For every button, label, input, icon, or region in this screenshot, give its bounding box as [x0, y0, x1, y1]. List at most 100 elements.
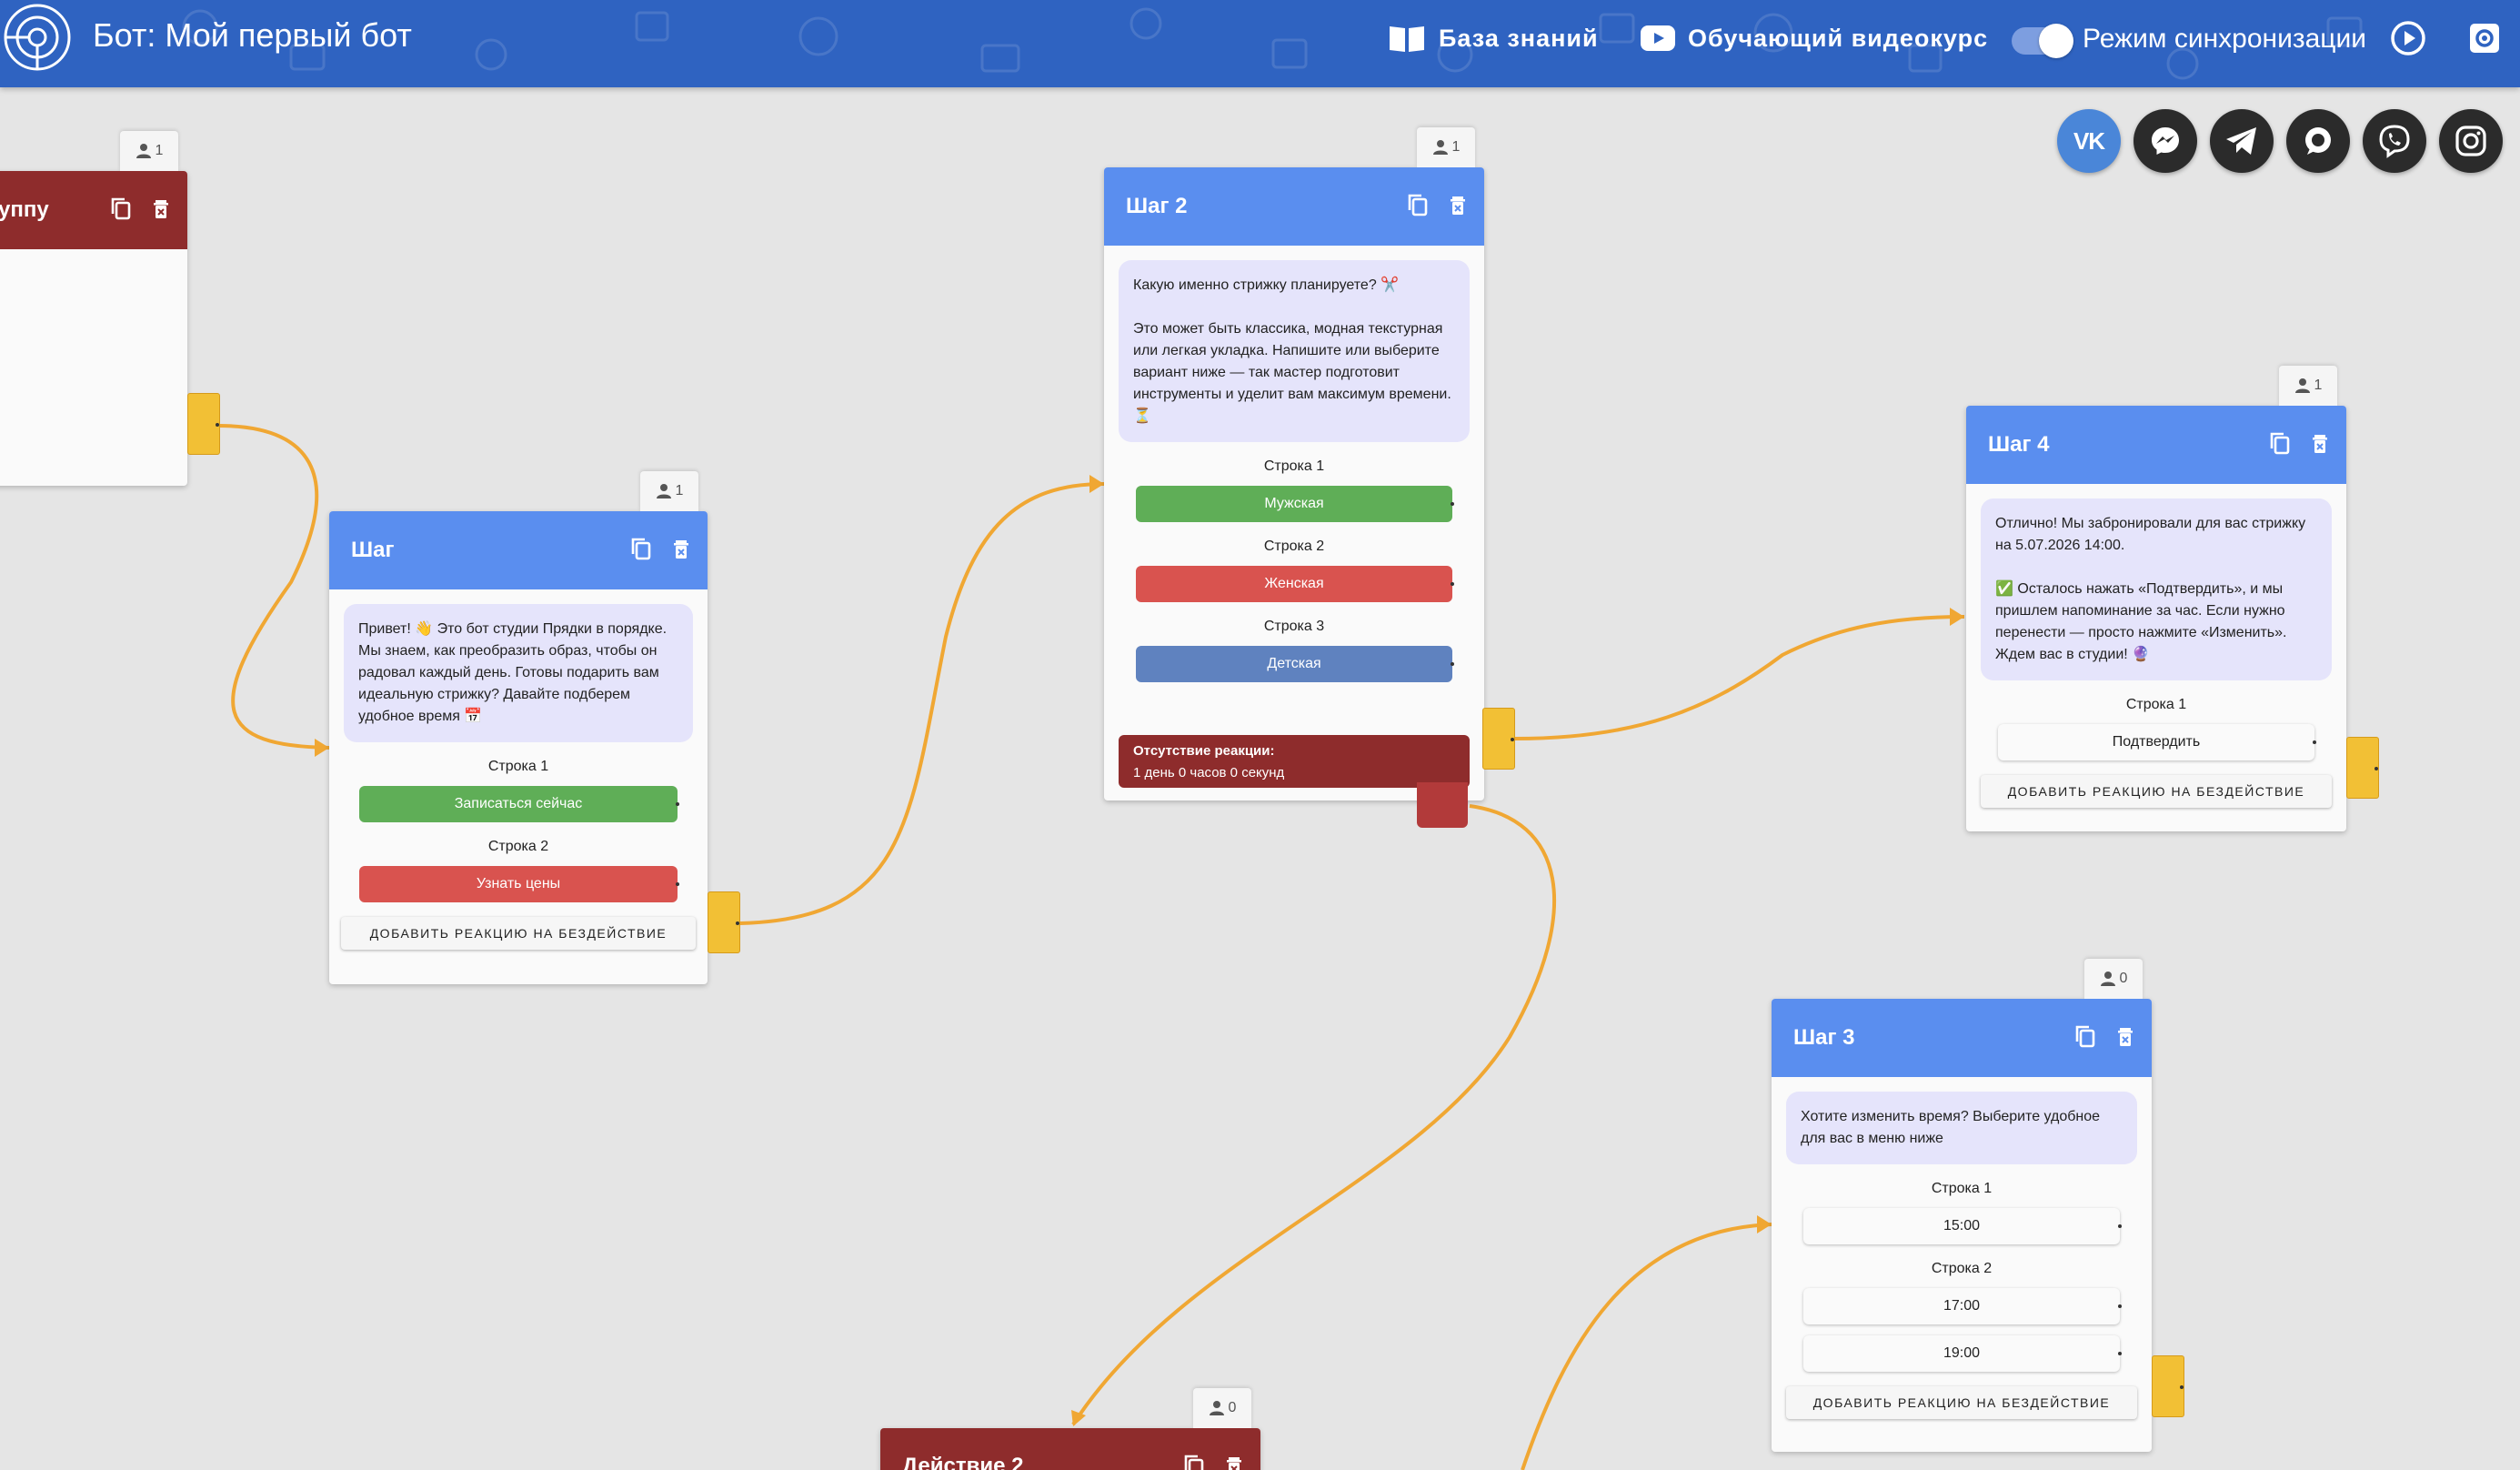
youtube-icon — [1641, 25, 1675, 51]
knowledge-base-link[interactable]: База знаний — [1388, 20, 1599, 56]
copy-icon[interactable] — [629, 537, 653, 560]
button-label: Женская — [1264, 576, 1324, 591]
step2-card[interactable]: 1 Шаг 2 Какую именно стрижку планируете?… — [1104, 127, 1484, 800]
step-output-port[interactable] — [708, 891, 740, 953]
step4-message[interactable]: Отлично! Мы забронировали для вас стрижк… — [1981, 498, 2332, 680]
user-icon — [2100, 972, 2115, 986]
user-count: 1 — [1451, 139, 1461, 155]
step3-card-title: Шаг 3 — [1793, 1025, 1855, 1050]
step-message[interactable]: Привет! 👋 Это бот студии Прядки в порядк… — [344, 604, 693, 742]
step2-message[interactable]: Какую именно стрижку планируете? ✂️ Это … — [1119, 260, 1470, 442]
button-label: Узнать цены — [476, 876, 561, 891]
button-label: 17:00 — [1943, 1298, 1981, 1314]
video-course-link[interactable]: Обучающий видеокурс — [1641, 20, 1988, 56]
kids-haircut-button[interactable]: Детская — [1136, 646, 1454, 682]
user-count-tab: 1 — [2279, 366, 2337, 406]
user-icon — [656, 484, 671, 498]
connector-step2-to-action2 — [1071, 804, 1557, 1426]
step4-card-header: Шаг 4 — [1966, 406, 2346, 484]
row-label: Строка 2 — [1931, 1261, 1993, 1276]
learn-prices-button[interactable]: Узнать цены — [359, 866, 679, 902]
user-count-tab: 0 — [1193, 1388, 1251, 1428]
delete-icon[interactable] — [1446, 193, 1470, 216]
step2-card-header: Шаг 2 — [1104, 167, 1484, 246]
row-label: Строка 3 — [1263, 619, 1325, 634]
step4-card-title: Шаг 4 — [1988, 432, 2050, 457]
connector-step2-to-step4 — [1514, 615, 1965, 740]
action2-card[interactable]: 0 Действие 2 — [880, 1388, 1260, 1470]
user-count-tab: 1 — [640, 471, 698, 511]
copy-icon[interactable] — [2073, 1024, 2097, 1048]
step3-card[interactable]: 0 Шаг 3 Хотите изменить время? Выберите … — [1772, 959, 2152, 1452]
group-card[interactable]: 1 уппу — [0, 131, 187, 486]
action2-card-header: Действие 2 — [880, 1428, 1260, 1470]
user-count: 0 — [1228, 1400, 1237, 1415]
user-count-tab: 1 — [120, 131, 178, 171]
add-idle-reaction-button[interactable]: ДОБАВИТЬ РЕАКЦИЮ НА БЕЗДЕЙСТВИЕ — [1786, 1386, 2137, 1419]
user-count-tab: 0 — [2084, 959, 2143, 999]
add-idle-reaction-button[interactable]: ДОБАВИТЬ РЕАКЦИЮ НА БЕЗДЕЙСТВИЕ — [1981, 775, 2332, 808]
step4-card[interactable]: 1 Шаг 4 Отлично! Мы забронировали для ва… — [1966, 366, 2346, 831]
connector-to-step3 — [1521, 1223, 1772, 1470]
step2-output-port[interactable] — [1482, 708, 1515, 770]
top-bar: Бот: Мой первый бот База знаний Обучающи… — [0, 0, 2520, 87]
time-1700-button[interactable]: 17:00 — [1803, 1288, 2122, 1324]
step3-output-port[interactable] — [2152, 1355, 2184, 1417]
step4-output-port[interactable] — [2346, 737, 2379, 799]
button-label: Детская — [1267, 656, 1321, 671]
button-label: 19:00 — [1943, 1345, 1981, 1361]
female-haircut-button[interactable]: Женская — [1136, 566, 1454, 602]
male-haircut-button[interactable]: Мужская — [1136, 486, 1454, 522]
button-label: Записаться сейчас — [454, 796, 583, 811]
group-card-header: уппу — [0, 171, 187, 249]
add-idle-reaction-button[interactable]: ДОБАВИТЬ РЕАКЦИЮ НА БЕЗДЕЙСТВИЕ — [341, 917, 696, 950]
toggle-knob — [2039, 24, 2073, 58]
row-label: Строка 1 — [2125, 697, 2187, 712]
user-icon — [136, 144, 151, 158]
sync-mode-toggle[interactable] — [2012, 24, 2073, 58]
step3-message[interactable]: Хотите изменить время? Выберите удобное … — [1786, 1092, 2137, 1164]
user-count: 0 — [2119, 971, 2128, 986]
settings-gear-icon[interactable] — [2465, 18, 2505, 58]
delete-icon[interactable] — [2113, 1024, 2137, 1048]
action2-card-title: Действие 2 — [902, 1454, 1024, 1470]
button-label: Подтвердить — [2112, 734, 2201, 750]
row-label: Строка 2 — [1263, 539, 1325, 554]
no-reaction-title: Отсутствие реакции: — [1133, 743, 1275, 759]
user-icon — [1432, 140, 1448, 155]
connector-step-to-step2 — [739, 482, 1105, 925]
book-icon — [1390, 26, 1424, 52]
time-1500-button[interactable]: 15:00 — [1803, 1208, 2122, 1244]
row-label: Строка 1 — [1931, 1181, 1993, 1196]
no-reaction-block[interactable]: Отсутствие реакции: 1 день 0 часов 0 сек… — [1119, 735, 1470, 788]
bot-title: Бот: Мой первый бот — [93, 16, 412, 54]
step3-card-header: Шаг 3 — [1772, 999, 2152, 1077]
app-logo-icon[interactable] — [2, 2, 73, 73]
user-count: 1 — [675, 483, 684, 498]
user-count: 1 — [155, 143, 164, 158]
step-card-header: Шаг — [329, 511, 708, 589]
play-icon[interactable] — [2388, 18, 2428, 58]
sign-up-now-button[interactable]: Записаться сейчас — [359, 786, 679, 822]
knowledge-base-label: База знаний — [1439, 24, 1599, 52]
group-card-title: уппу — [0, 197, 49, 222]
delete-icon[interactable] — [149, 196, 173, 220]
copy-icon[interactable] — [1406, 193, 1430, 216]
delete-icon[interactable] — [669, 537, 693, 560]
delete-icon[interactable] — [2308, 431, 2332, 455]
group-output-port[interactable] — [187, 393, 220, 455]
user-icon — [2294, 378, 2310, 393]
copy-icon[interactable] — [2268, 431, 2292, 455]
time-1900-button[interactable]: 19:00 — [1803, 1335, 2122, 1372]
confirm-button[interactable]: Подтвердить — [1998, 724, 2316, 760]
row-label: Строка 2 — [487, 839, 549, 854]
step-card[interactable]: 1 Шаг Привет! 👋 Это бот студии Прядки в … — [329, 471, 708, 984]
copy-icon[interactable] — [109, 196, 133, 220]
delete-icon[interactable] — [1222, 1454, 1246, 1470]
no-reaction-output-port[interactable] — [1417, 782, 1468, 828]
no-reaction-duration: 1 день 0 часов 0 секунд — [1133, 765, 1285, 780]
sync-mode-label: Режим синхронизации — [2083, 24, 2366, 54]
copy-icon[interactable] — [1182, 1454, 1206, 1470]
user-count-tab: 1 — [1417, 127, 1475, 167]
step-card-title: Шаг — [351, 538, 395, 562]
